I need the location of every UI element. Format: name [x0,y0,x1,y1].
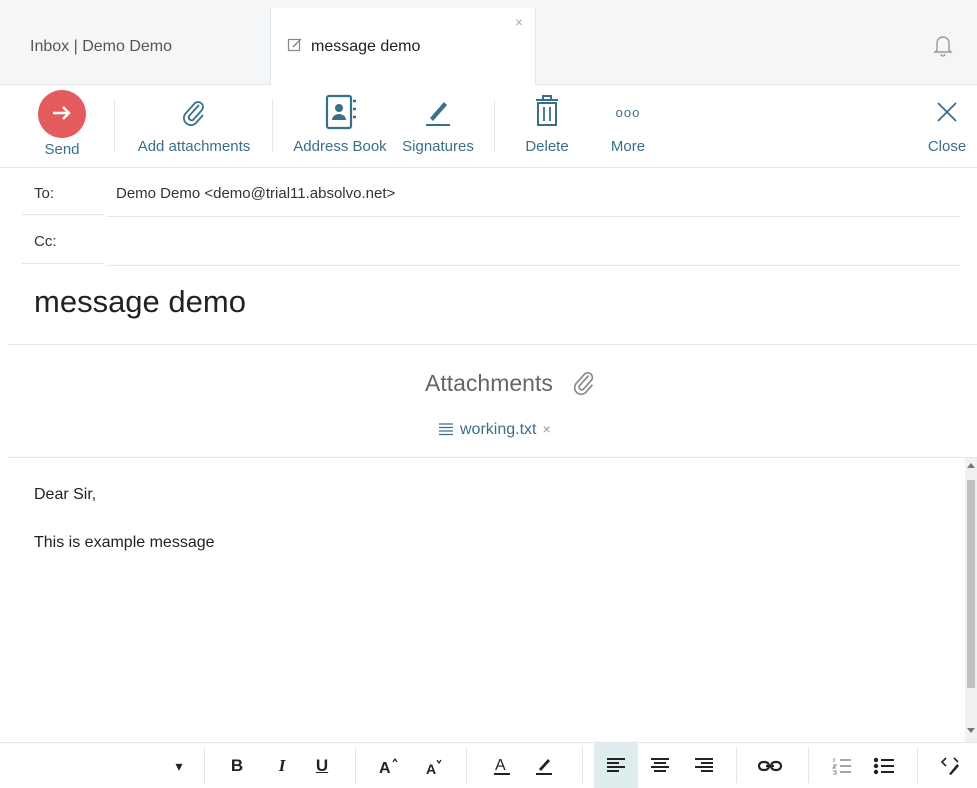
message-body-editor[interactable]: Dear Sir, This is example message [8,458,964,742]
align-left-icon[interactable] [594,743,638,788]
pen-icon [426,102,450,126]
send-label: Send [44,141,80,158]
align-right-icon[interactable] [690,751,718,781]
decrease-font-icon[interactable]: A [420,751,448,781]
scroll-down-icon[interactable] [967,726,975,734]
svg-text:A: A [495,757,506,774]
paperclip-icon[interactable] [571,370,597,401]
send-button[interactable]: Send [22,85,102,167]
compose-toolbar: Send Add attachments Address Book Signat… [0,85,977,168]
text-color-icon[interactable]: A [488,751,516,781]
address-book-label: Address Book [293,138,387,155]
close-button[interactable]: Close [920,85,974,167]
divider [8,344,977,345]
link-icon[interactable] [755,751,785,781]
attachment-item[interactable]: working.txt × [438,421,551,441]
scroll-up-icon[interactable] [967,462,975,470]
divider [22,263,104,264]
bold-button[interactable]: B [225,751,249,781]
subject-field[interactable]: message demo [34,284,246,320]
svg-text:A: A [426,761,436,776]
delete-button[interactable]: Delete [512,85,582,167]
source-code-icon[interactable] [937,751,965,781]
underline-button[interactable]: U [310,751,334,781]
formatting-toolbar: ▾ B I U A A A [0,742,977,788]
toolbar-separator [355,747,356,783]
close-icon [937,102,957,122]
body-line: This is example message [34,534,215,551]
remove-attachment-icon[interactable]: × [542,421,550,437]
address-book-icon [325,94,356,130]
more-icon: ooo [615,105,641,120]
svg-text:A: A [379,760,391,776]
attachments-title: Attachments [425,370,553,397]
more-label: More [610,138,646,155]
tab-compose[interactable]: message demo × [270,8,536,85]
add-attachments-button[interactable]: Add attachments [126,85,262,167]
attachment-file-name[interactable]: working.txt [460,421,536,438]
editor-scrollbar[interactable] [965,458,977,742]
toolbar-separator [114,100,115,152]
text-file-icon [438,422,454,441]
tab-inbox-label: Inbox | Demo Demo [30,38,172,55]
close-tab-icon[interactable]: × [515,14,523,30]
toolbar-separator [466,747,467,783]
paperclip-icon [183,101,204,126]
tab-compose-label: message demo [311,38,421,55]
arrow-right-icon [53,106,71,120]
cc-label: Cc: [34,233,57,250]
scrollbar-thumb[interactable] [967,480,975,688]
highlight-icon[interactable] [530,751,558,781]
toolbar-separator [272,100,273,152]
bell-icon[interactable] [933,33,953,62]
align-center-icon[interactable] [646,751,674,781]
divider [107,265,960,266]
divider [22,214,104,215]
cc-field[interactable] [116,233,916,253]
address-book-button[interactable]: Address Book [288,85,392,167]
tab-bar: Inbox | Demo Demo message demo × [0,0,977,85]
toolbar-separator [494,100,495,152]
bullet-list-icon[interactable] [870,751,898,781]
attachments-title-label: Attachments [425,370,553,396]
toolbar-separator [736,747,737,783]
toolbar-separator [204,747,205,783]
toolbar-separator [582,747,583,783]
signatures-label: Signatures [402,138,474,155]
font-dropdown[interactable]: ▾ [168,751,190,781]
increase-font-icon[interactable]: A [375,751,403,781]
toolbar-separator [808,747,809,783]
italic-button[interactable]: I [270,751,294,781]
signatures-button[interactable]: Signatures [396,85,480,167]
body-line: Dear Sir, [34,486,97,503]
toolbar-separator [917,747,918,783]
more-button[interactable]: ooo More [598,85,658,167]
to-field[interactable]: Demo Demo <demo@trial11.absolvo.net> [116,185,395,202]
to-label: To: [34,185,55,202]
close-label: Close [927,138,967,155]
trash-icon [536,95,558,126]
add-attachments-label: Add attachments [137,138,251,155]
edit-icon [287,37,303,58]
numbered-list-icon[interactable] [828,751,856,781]
divider [107,216,960,217]
delete-label: Delete [525,138,569,155]
tab-inbox[interactable]: Inbox | Demo Demo [8,8,270,84]
